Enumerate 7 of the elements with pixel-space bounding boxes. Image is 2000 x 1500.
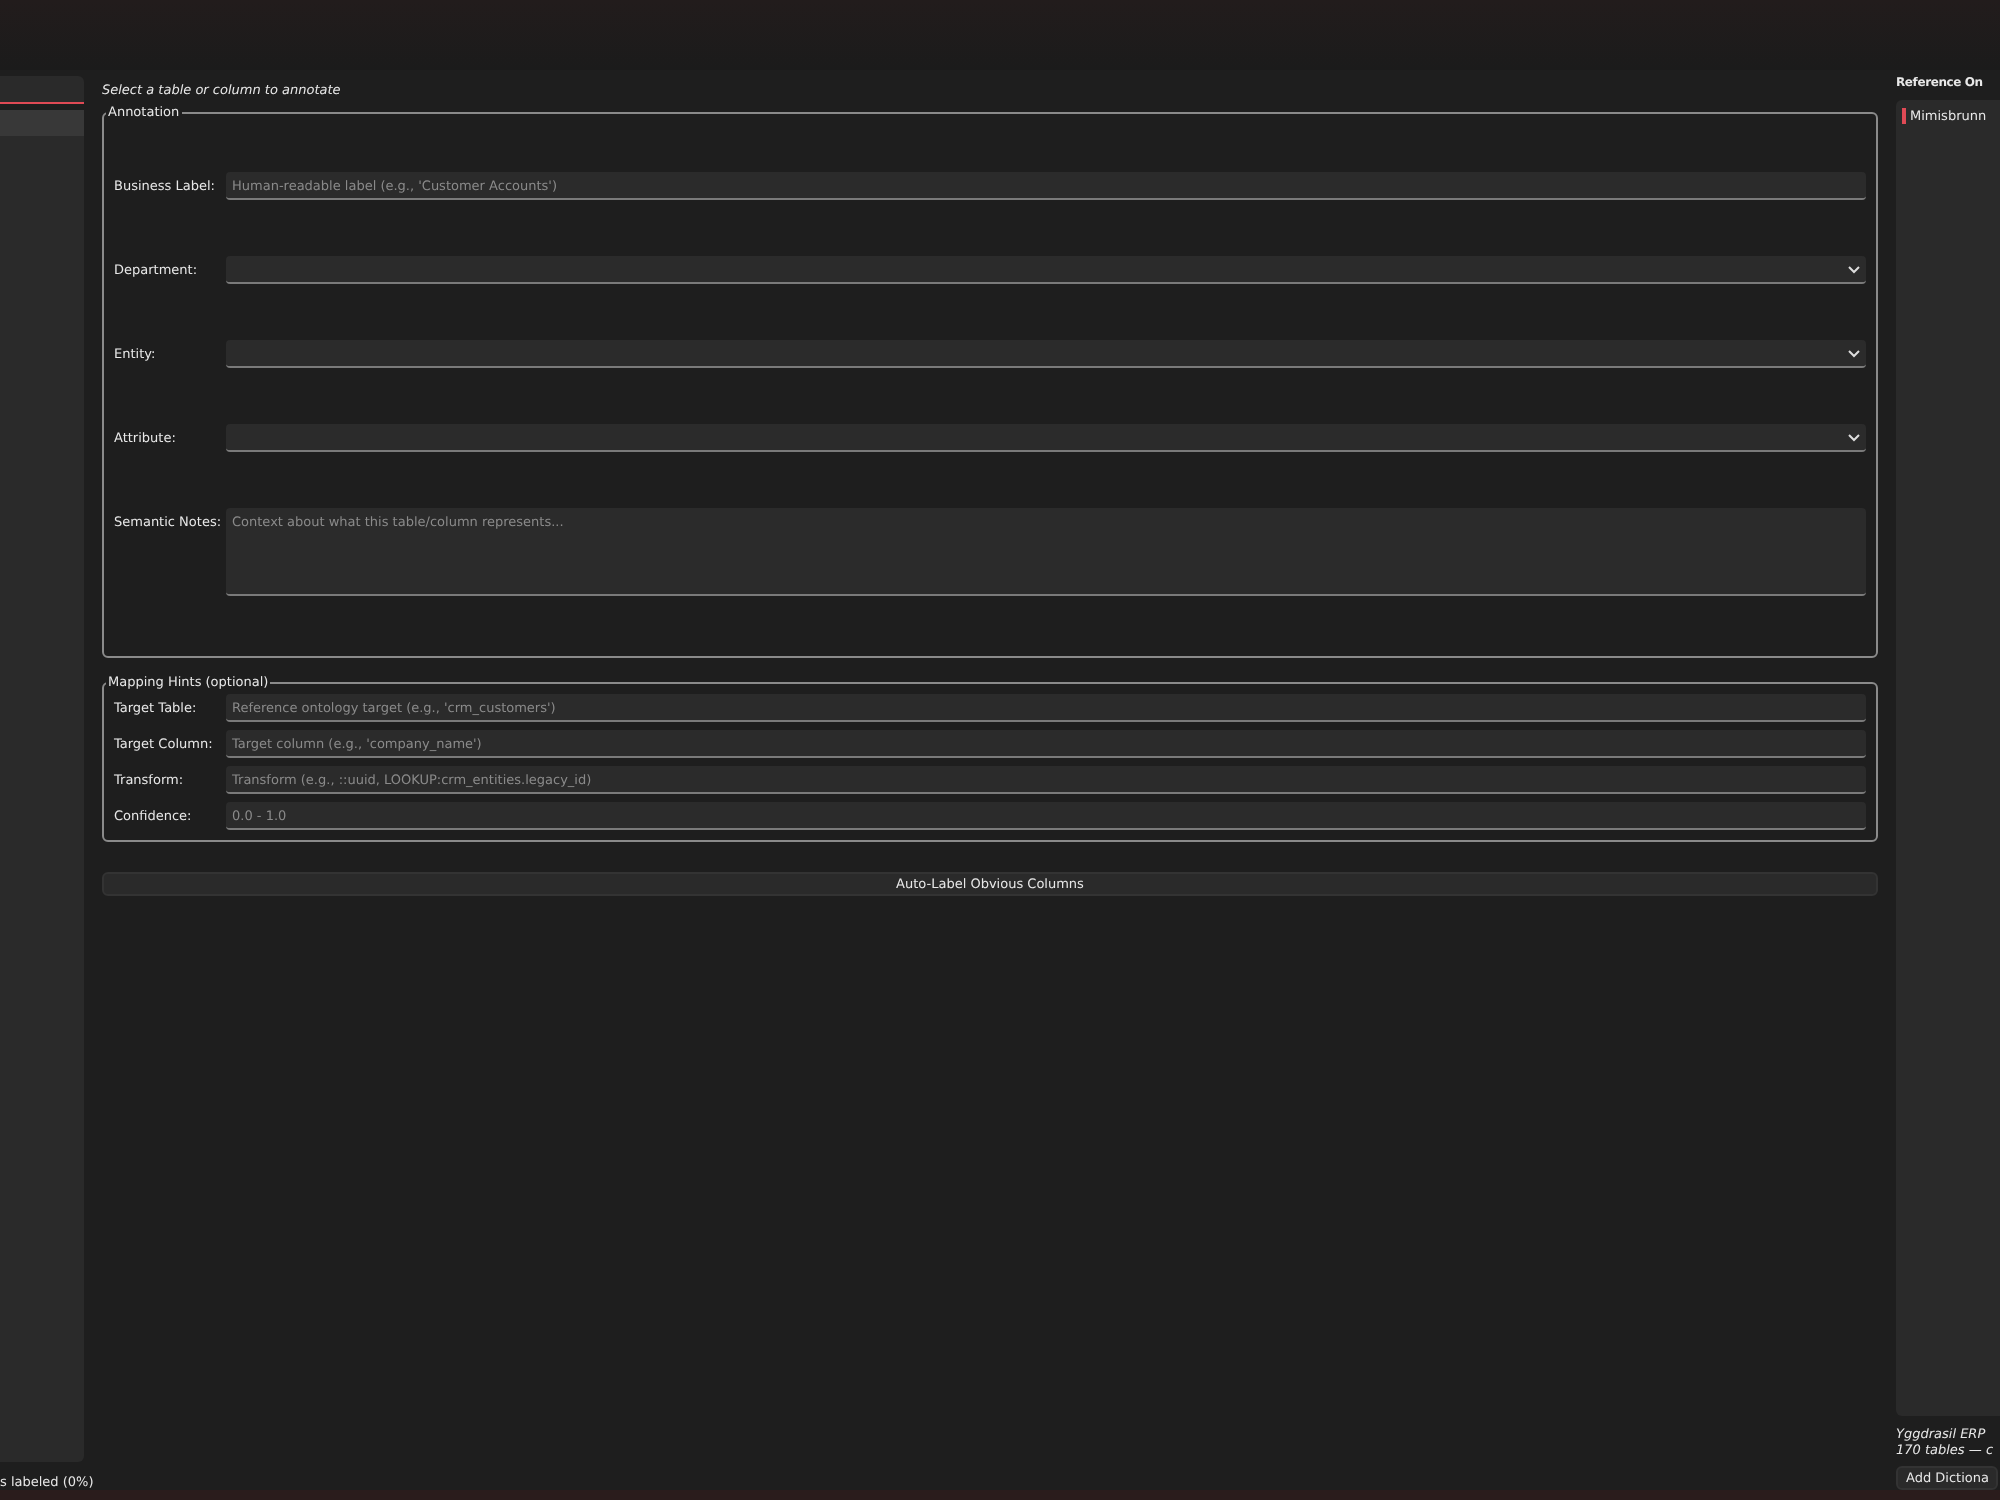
chevron-down-icon <box>1848 349 1860 357</box>
dropdown[interactable] <box>226 256 1866 284</box>
dropdown[interactable] <box>226 340 1866 368</box>
chevron-down-icon <box>1848 433 1860 441</box>
chevron-down-icon <box>1848 265 1860 273</box>
dropdown[interactable] <box>226 424 1866 452</box>
search-field[interactable] <box>0 76 84 104</box>
